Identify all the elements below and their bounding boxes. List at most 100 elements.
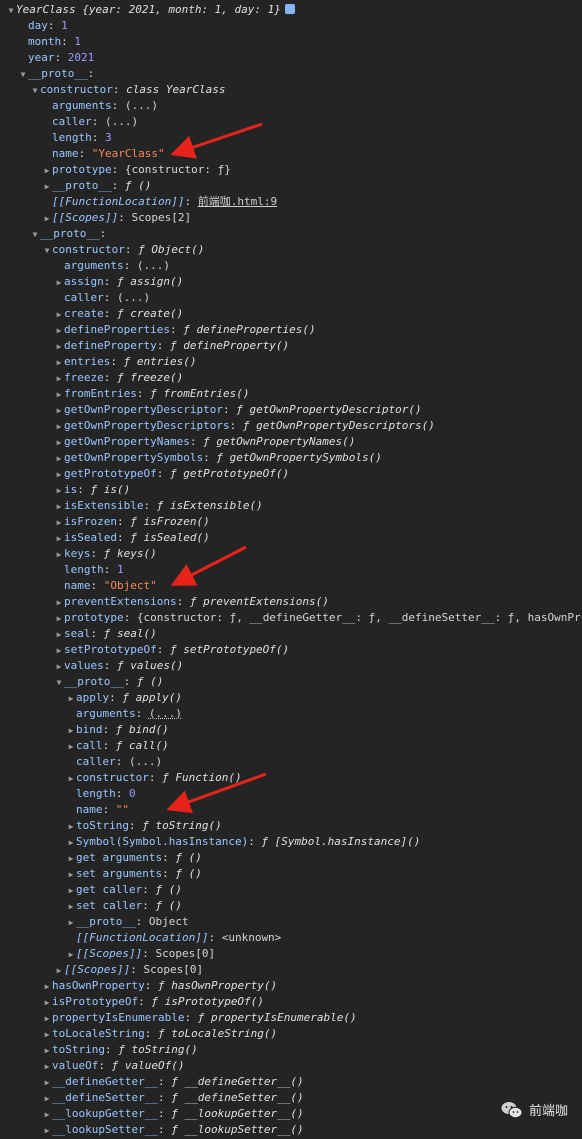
collapsed-caret-icon[interactable]: ▶ <box>66 883 76 898</box>
collapsed-caret-icon[interactable]: ▶ <box>66 947 76 962</box>
expanded-caret-icon[interactable]: ▼ <box>42 243 52 258</box>
tree-row[interactable]: ▶ seal: ƒ seal() <box>0 626 582 642</box>
tree-row[interactable]: ▶ isPrototypeOf: ƒ isPrototypeOf() <box>0 994 582 1010</box>
collapsed-caret-icon[interactable]: ▶ <box>66 899 76 914</box>
tree-row[interactable]: ▼ constructor: ƒ Object() <box>0 242 582 258</box>
collapsed-caret-icon[interactable]: ▶ <box>54 435 64 450</box>
tree-row[interactable]: ▶ __lookupGetter__: ƒ __lookupGetter__() <box>0 1106 582 1122</box>
tree-row[interactable]: ▶ getOwnPropertyDescriptor: ƒ getOwnPrope… <box>0 402 582 418</box>
tree-row[interactable]: ▶ create: ƒ create() <box>0 306 582 322</box>
collapsed-caret-icon[interactable]: ▶ <box>54 483 64 498</box>
tree-row[interactable]: ▼ __proto__: <box>0 226 582 242</box>
tree-row[interactable]: ▶ toString: ƒ toString() <box>0 1042 582 1058</box>
expanded-caret-icon[interactable]: ▼ <box>6 3 16 18</box>
tree-row[interactable]: ▶ __proto__: ƒ () <box>0 178 582 194</box>
tree-row[interactable]: ▶ isFrozen: ƒ isFrozen() <box>0 514 582 530</box>
tree-row[interactable]: ▶ prototype: {constructor: ƒ} <box>0 162 582 178</box>
collapsed-caret-icon[interactable]: ▶ <box>42 1107 52 1122</box>
expanded-caret-icon[interactable]: ▼ <box>30 227 40 242</box>
tree-row[interactable]: ▶ preventExtensions: ƒ preventExtensions(… <box>0 594 582 610</box>
tree-row[interactable]: ▼ YearClass {year: 2021, month: 1, day: 1… <box>0 2 582 18</box>
expanded-caret-icon[interactable]: ▼ <box>30 83 40 98</box>
collapsed-caret-icon[interactable]: ▶ <box>66 851 76 866</box>
tree-row[interactable]: ▶ apply: ƒ apply() <box>0 690 582 706</box>
collapsed-caret-icon[interactable]: ▶ <box>54 515 64 530</box>
collapsed-caret-icon[interactable]: ▶ <box>54 611 64 626</box>
collapsed-caret-icon[interactable]: ▶ <box>66 771 76 786</box>
collapsed-caret-icon[interactable]: ▶ <box>54 403 64 418</box>
collapsed-caret-icon[interactable]: ▶ <box>54 451 64 466</box>
info-icon[interactable] <box>284 4 295 14</box>
collapsed-caret-icon[interactable]: ▶ <box>54 643 64 658</box>
tree-row[interactable]: ▶ toLocaleString: ƒ toLocaleString() <box>0 1026 582 1042</box>
collapsed-caret-icon[interactable]: ▶ <box>42 211 52 226</box>
tree-row[interactable]: ▶ defineProperties: ƒ defineProperties() <box>0 322 582 338</box>
tree-row[interactable]: ▶ [[Scopes]]: Scopes[0] <box>0 962 582 978</box>
tree-row[interactable]: ▶ getPrototypeOf: ƒ getPrototypeOf() <box>0 466 582 482</box>
tree-row[interactable]: ▶ getOwnPropertySymbols: ƒ getOwnProperty… <box>0 450 582 466</box>
collapsed-caret-icon[interactable]: ▶ <box>54 467 64 482</box>
collapsed-caret-icon[interactable]: ▶ <box>54 307 64 322</box>
collapsed-caret-icon[interactable]: ▶ <box>54 499 64 514</box>
collapsed-caret-icon[interactable]: ▶ <box>42 1075 52 1090</box>
tree-row[interactable]: ▼ __proto__: ƒ () <box>0 674 582 690</box>
tree-row[interactable]: ▶ Symbol(Symbol.hasInstance): ƒ [Symbol.h… <box>0 834 582 850</box>
collapsed-caret-icon[interactable]: ▶ <box>54 275 64 290</box>
collapsed-caret-icon[interactable]: ▶ <box>54 963 64 978</box>
tree-row[interactable]: ▶ defineProperty: ƒ defineProperty() <box>0 338 582 354</box>
collapsed-caret-icon[interactable]: ▶ <box>54 595 64 610</box>
collapsed-caret-icon[interactable]: ▶ <box>54 531 64 546</box>
collapsed-caret-icon[interactable]: ▶ <box>54 339 64 354</box>
tree-row[interactable]: ▶ entries: ƒ entries() <box>0 354 582 370</box>
collapsed-caret-icon[interactable]: ▶ <box>42 1043 52 1058</box>
collapsed-caret-icon[interactable]: ▶ <box>66 819 76 834</box>
tree-row[interactable]: ▶ get arguments: ƒ () <box>0 850 582 866</box>
tree-row[interactable]: ▶ is: ƒ is() <box>0 482 582 498</box>
collapsed-caret-icon[interactable]: ▶ <box>66 723 76 738</box>
tree-row[interactable]: ▶ assign: ƒ assign() <box>0 274 582 290</box>
collapsed-caret-icon[interactable]: ▶ <box>54 419 64 434</box>
tree-row[interactable]: ▶ constructor: ƒ Function() <box>0 770 582 786</box>
tree-row[interactable]: ▼ __proto__: <box>0 66 582 82</box>
tree-row[interactable]: ▶ isSealed: ƒ isSealed() <box>0 530 582 546</box>
tree-row[interactable]: ▶ values: ƒ values() <box>0 658 582 674</box>
tree-row[interactable]: ▶ __lookupSetter__: ƒ __lookupSetter__() <box>0 1122 582 1138</box>
collapsed-caret-icon[interactable]: ▶ <box>42 179 52 194</box>
tree-row[interactable]: ▶ freeze: ƒ freeze() <box>0 370 582 386</box>
tree-row[interactable]: ▶ setPrototypeOf: ƒ setPrototypeOf() <box>0 642 582 658</box>
tree-row[interactable]: ▶ getOwnPropertyDescriptors: ƒ getOwnProp… <box>0 418 582 434</box>
collapsed-caret-icon[interactable]: ▶ <box>66 739 76 754</box>
tree-row[interactable]: ▶ set arguments: ƒ () <box>0 866 582 882</box>
tree-row[interactable]: ▶ set caller: ƒ () <box>0 898 582 914</box>
collapsed-caret-icon[interactable]: ▶ <box>42 995 52 1010</box>
collapsed-caret-icon[interactable]: ▶ <box>54 387 64 402</box>
tree-row[interactable]: ▶ hasOwnProperty: ƒ hasOwnProperty() <box>0 978 582 994</box>
collapsed-caret-icon[interactable]: ▶ <box>54 627 64 642</box>
tree-row[interactable]: ▶ fromEntries: ƒ fromEntries() <box>0 386 582 402</box>
tree-row[interactable]: ▶ __defineSetter__: ƒ __defineSetter__() <box>0 1090 582 1106</box>
collapsed-caret-icon[interactable]: ▶ <box>42 1059 52 1074</box>
collapsed-caret-icon[interactable]: ▶ <box>42 163 52 178</box>
collapsed-caret-icon[interactable]: ▶ <box>42 1027 52 1042</box>
collapsed-caret-icon[interactable]: ▶ <box>66 691 76 706</box>
tree-row[interactable]: ▶ __proto__: Object <box>0 914 582 930</box>
tree-row[interactable]: ▶ valueOf: ƒ valueOf() <box>0 1058 582 1074</box>
tree-row[interactable]: ▶ keys: ƒ keys() <box>0 546 582 562</box>
collapsed-caret-icon[interactable]: ▶ <box>54 659 64 674</box>
property-value[interactable]: (...) <box>149 707 182 720</box>
expanded-caret-icon[interactable]: ▼ <box>54 675 64 690</box>
tree-row[interactable]: ▶ getOwnPropertyNames: ƒ getOwnPropertyNa… <box>0 434 582 450</box>
tree-row[interactable]: ▼ constructor: class YearClass <box>0 82 582 98</box>
collapsed-caret-icon[interactable]: ▶ <box>66 915 76 930</box>
tree-row[interactable]: ▶ call: ƒ call() <box>0 738 582 754</box>
collapsed-caret-icon[interactable]: ▶ <box>54 371 64 386</box>
tree-row[interactable]: ▶ __defineGetter__: ƒ __defineGetter__() <box>0 1074 582 1090</box>
tree-row[interactable]: ▶ prototype: {constructor: ƒ, __defineGet… <box>0 610 582 626</box>
collapsed-caret-icon[interactable]: ▶ <box>54 355 64 370</box>
property-value[interactable]: 前端咖.html:9 <box>198 195 277 208</box>
collapsed-caret-icon[interactable]: ▶ <box>66 867 76 882</box>
collapsed-caret-icon[interactable]: ▶ <box>54 547 64 562</box>
tree-row[interactable]: ▶ [[Scopes]]: Scopes[2] <box>0 210 582 226</box>
tree-row[interactable]: ▶ [[Scopes]]: Scopes[0] <box>0 946 582 962</box>
collapsed-caret-icon[interactable]: ▶ <box>66 835 76 850</box>
